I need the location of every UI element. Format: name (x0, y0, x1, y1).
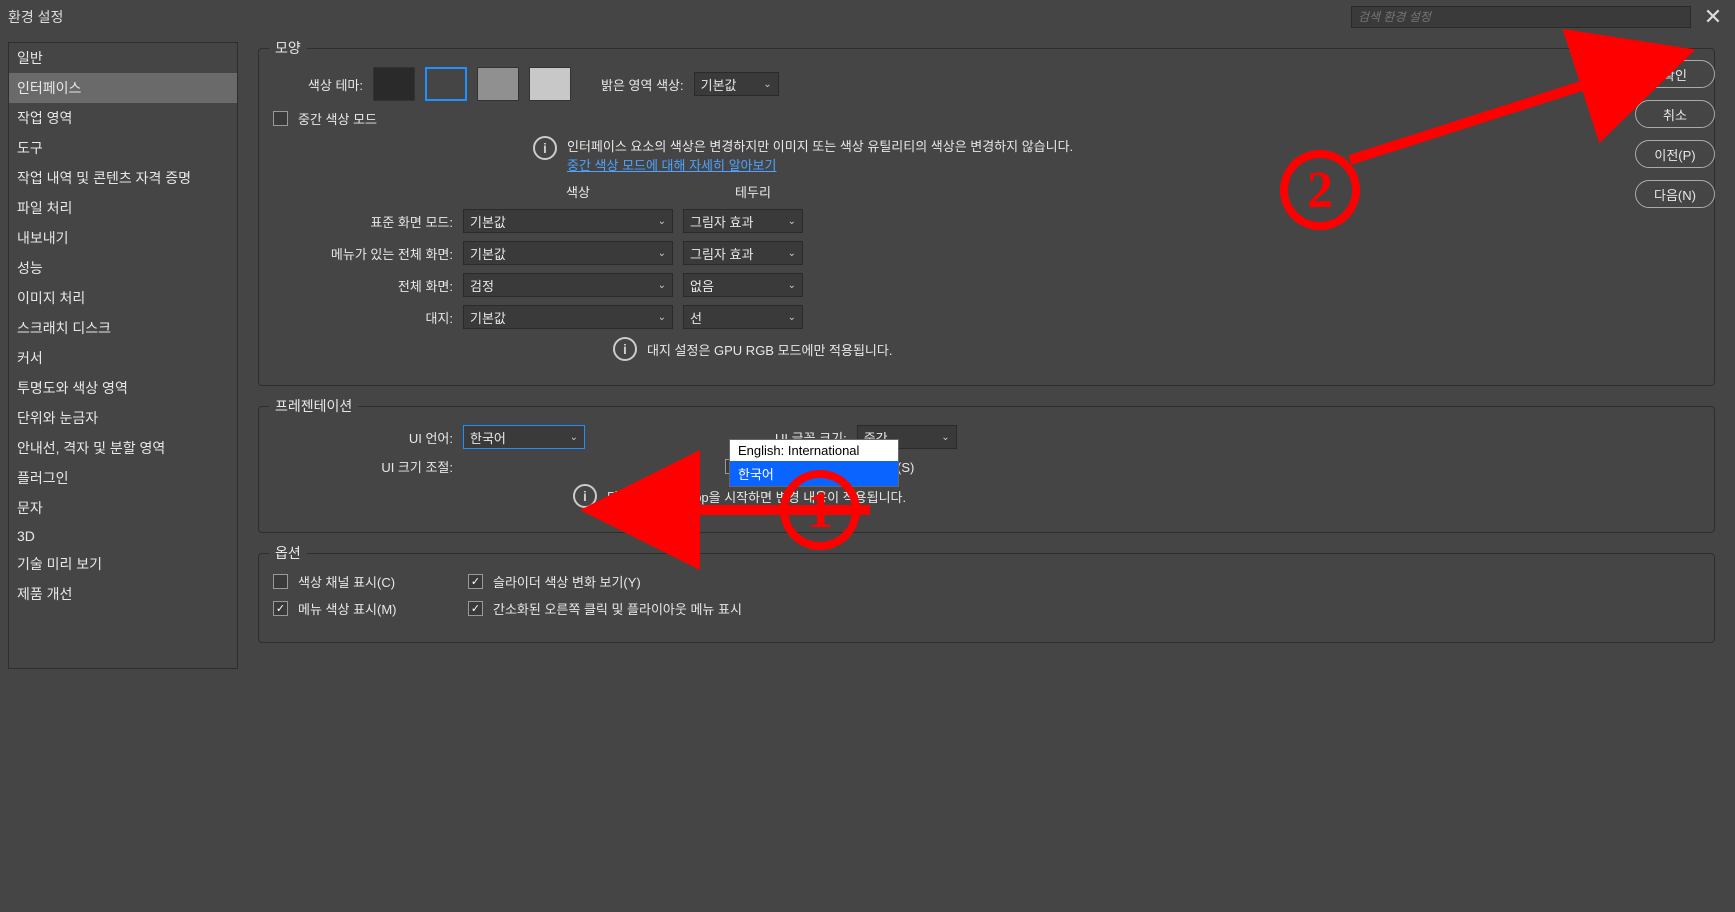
fullscreen-color-select[interactable]: 검정 ⌄ (463, 273, 673, 297)
ui-scale-label: UI 크기 조절: (273, 457, 453, 476)
sidebar-item-3[interactable]: 도구 (9, 133, 237, 163)
close-icon[interactable]: ✕ (1699, 4, 1727, 30)
chevron-down-icon: ⌄ (570, 432, 578, 443)
standard-mode-label: 표준 화면 모드: (273, 212, 453, 231)
options-group: 옵션 색상 채널 표시(C) 슬라이더 색상 변화 보기(Y) 메뉴 색상 표시… (258, 553, 1715, 643)
sidebar-item-11[interactable]: 투명도와 색상 영역 (9, 373, 237, 403)
next-button[interactable]: 다음(N) (1635, 180, 1715, 208)
artboard-border-select[interactable]: 선⌄ (683, 305, 803, 329)
compact-rclick-label: 간소화된 오른쪽 클릭 및 플라이아웃 메뉴 표시 (493, 599, 742, 618)
sidebar-item-12[interactable]: 단위와 눈금자 (9, 403, 237, 433)
neutral-mode-checkbox[interactable] (273, 111, 288, 126)
chevron-down-icon: ⌄ (788, 280, 796, 291)
color-channels-label: 색상 채널 표시(C) (298, 572, 458, 591)
menubar-mode-label: 메뉴가 있는 전체 화면: (273, 244, 453, 263)
sidebar: 일반인터페이스작업 영역도구작업 내역 및 콘텐츠 자격 증명파일 처리내보내기… (8, 42, 238, 669)
menu-colors-checkbox[interactable] (273, 601, 288, 616)
sidebar-item-0[interactable]: 일반 (9, 43, 237, 73)
info-icon: i (573, 484, 597, 508)
sidebar-item-6[interactable]: 내보내기 (9, 223, 237, 253)
neutral-mode-label: 중간 색상 모드 (298, 109, 377, 128)
color-theme-label: 색상 테마: (273, 75, 363, 94)
ui-language-dropdown[interactable]: English: International 한국어 (729, 439, 899, 487)
standard-border-select[interactable]: 그림자 효과 ⌄ (683, 209, 803, 233)
chevron-down-icon: ⌄ (941, 432, 949, 443)
dynamic-sliders-label: 슬라이더 색상 변화 보기(Y) (493, 572, 641, 591)
highlight-color-label: 밝은 영역 색상: (601, 75, 684, 94)
presentation-group: 프레젠테이션 UI 언어: 한국어⌄ UI 글꼴 크기: 중간⌄ English… (258, 406, 1715, 533)
artboard-color-select[interactable]: 기본값 ⌄ (463, 305, 673, 329)
menubar-color-value: 기본값 (470, 244, 506, 263)
artboard-border-value: 선 (690, 308, 702, 327)
chevron-down-icon: ⌄ (788, 248, 796, 259)
chevron-down-icon: ⌄ (763, 79, 771, 90)
highlight-color-select[interactable]: 기본값 ⌄ (694, 72, 779, 96)
fullscreen-mode-label: 전체 화면: (273, 276, 453, 295)
sidebar-item-9[interactable]: 스크래치 디스크 (9, 313, 237, 343)
presentation-legend: 프레젠테이션 (269, 396, 358, 416)
sidebar-item-1[interactable]: 인터페이스 (9, 73, 237, 103)
info-icon: i (613, 337, 637, 361)
chevron-down-icon: ⌄ (658, 248, 666, 259)
lang-option-korean[interactable]: 한국어 (730, 461, 898, 486)
standard-color-select[interactable]: 기본값 ⌄ (463, 209, 673, 233)
sidebar-item-15[interactable]: 문자 (9, 493, 237, 523)
appearance-group: 모양 색상 테마: 밝은 영역 색상: 기본값⌄ 중간 색상 모드 i 인터 (258, 48, 1715, 386)
chevron-down-icon: ⌄ (658, 216, 666, 227)
restart-note: 다음에 Photoshop을 시작하면 변경 내용이 적용됩니다. (607, 487, 906, 506)
ui-language-value: 한국어 (470, 428, 506, 447)
gpu-note: 대지 설정은 GPU RGB 모드에만 적용됩니다. (647, 340, 892, 359)
appearance-legend: 모양 (269, 38, 307, 58)
menubar-border-select[interactable]: 그림자 효과 ⌄ (683, 241, 803, 265)
sidebar-item-14[interactable]: 플러그인 (9, 463, 237, 493)
options-legend: 옵션 (269, 543, 307, 563)
column-header-color: 색상 (473, 182, 683, 201)
info-icon: i (533, 136, 557, 160)
sidebar-item-13[interactable]: 안내선, 격자 및 분할 영역 (9, 433, 237, 463)
ui-language-label: UI 언어: (273, 428, 453, 447)
prev-button[interactable]: 이전(P) (1635, 140, 1715, 168)
sidebar-item-16[interactable]: 3D (9, 523, 237, 549)
fullscreen-border-value: 없음 (690, 276, 714, 295)
fullscreen-border-select[interactable]: 없음 ⌄ (683, 273, 803, 297)
theme-swatch-darkest[interactable] (373, 67, 415, 101)
theme-swatch-dark[interactable] (425, 67, 467, 101)
main-panel: 모양 색상 테마: 밝은 영역 색상: 기본값⌄ 중간 색상 모드 i 인터 (246, 42, 1727, 669)
fullscreen-color-value: 검정 (470, 276, 494, 295)
artboard-color-value: 기본값 (470, 308, 506, 327)
sidebar-item-5[interactable]: 파일 처리 (9, 193, 237, 223)
theme-swatch-light[interactable] (529, 67, 571, 101)
artboard-mode-label: 대지: (273, 308, 453, 327)
standard-border-value: 그림자 효과 (690, 212, 753, 231)
neutral-info-link[interactable]: 중간 색상 모드에 대해 자세히 알아보기 (567, 158, 776, 173)
sidebar-item-4[interactable]: 작업 내역 및 콘텐츠 자격 증명 (9, 163, 237, 193)
standard-color-value: 기본값 (470, 212, 506, 231)
menubar-color-select[interactable]: 기본값 ⌄ (463, 241, 673, 265)
ok-button[interactable]: 확인 (1635, 60, 1715, 88)
chevron-down-icon: ⌄ (788, 312, 796, 323)
neutral-info-text: 인터페이스 요소의 색상은 변경하지만 이미지 또는 색상 유틸리티의 색상은 … (567, 136, 1073, 155)
menubar-border-value: 그림자 효과 (690, 244, 753, 263)
sidebar-item-2[interactable]: 작업 영역 (9, 103, 237, 133)
compact-rclick-checkbox[interactable] (468, 601, 483, 616)
menu-colors-label: 메뉴 색상 표시(M) (298, 599, 458, 618)
highlight-color-value: 기본값 (701, 75, 737, 94)
sidebar-item-8[interactable]: 이미지 처리 (9, 283, 237, 313)
color-channels-checkbox[interactable] (273, 574, 288, 589)
lang-option-english[interactable]: English: International (730, 440, 898, 461)
sidebar-item-10[interactable]: 커서 (9, 343, 237, 373)
sidebar-item-18[interactable]: 제품 개선 (9, 579, 237, 609)
cancel-button[interactable]: 취소 (1635, 100, 1715, 128)
window-title: 환경 설정 (8, 7, 63, 27)
chevron-down-icon: ⌄ (658, 280, 666, 291)
chevron-down-icon: ⌄ (788, 216, 796, 227)
sidebar-item-7[interactable]: 성능 (9, 253, 237, 283)
search-input[interactable] (1351, 6, 1691, 28)
theme-swatch-medium[interactable] (477, 67, 519, 101)
ui-language-select[interactable]: 한국어 ⌄ (463, 425, 585, 449)
dynamic-sliders-checkbox[interactable] (468, 574, 483, 589)
column-header-border: 테두리 (693, 182, 813, 201)
sidebar-item-17[interactable]: 기술 미리 보기 (9, 549, 237, 579)
chevron-down-icon: ⌄ (658, 312, 666, 323)
